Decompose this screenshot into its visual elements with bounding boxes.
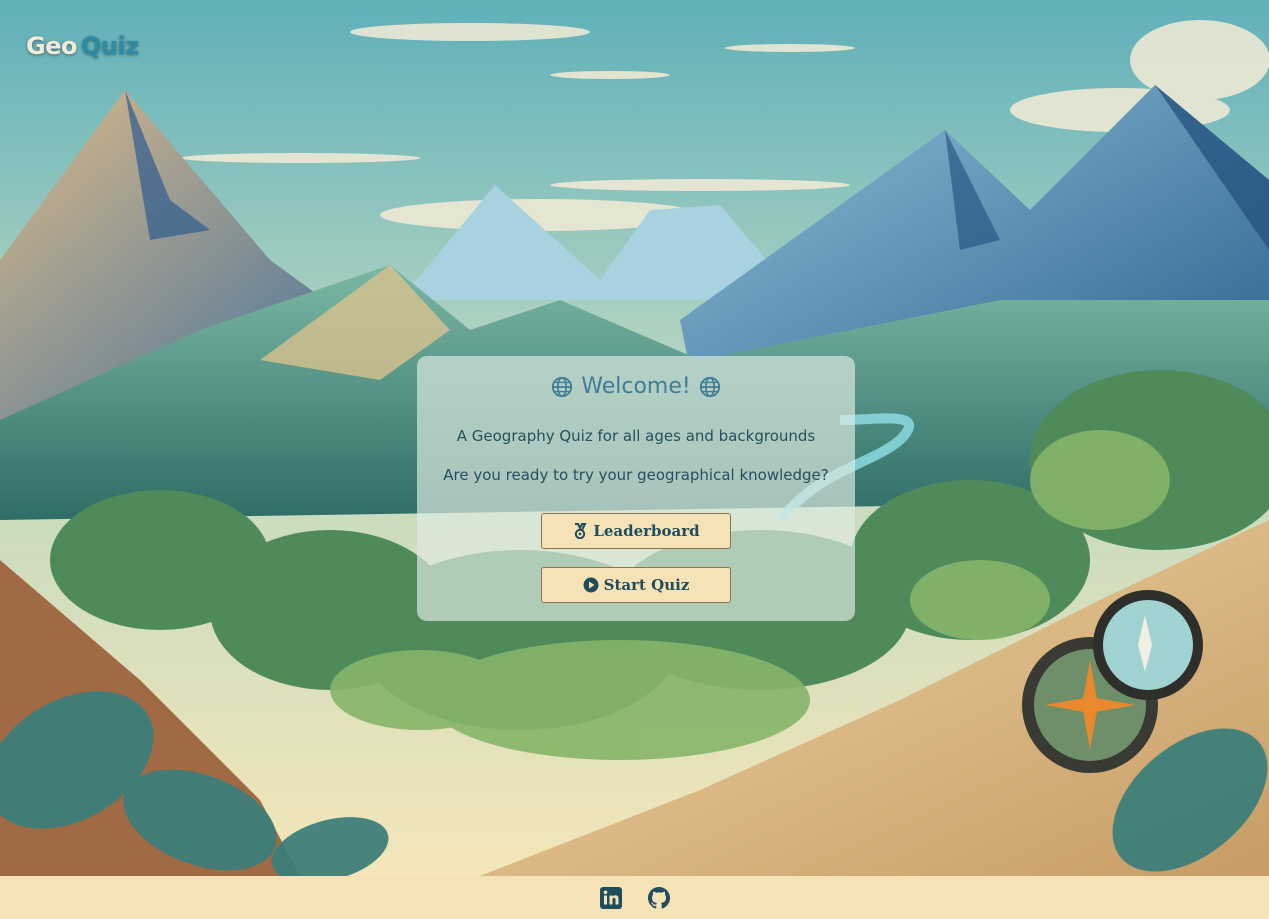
linkedin-icon [599, 886, 622, 909]
logo-text-quiz: Quiz [80, 32, 139, 60]
play-circle-icon [583, 577, 599, 593]
globe-icon [699, 376, 720, 397]
logo-text-geo: Geo [26, 32, 77, 60]
linkedin-link[interactable] [599, 886, 623, 910]
leaderboard-label: Leaderboard [593, 522, 700, 540]
medal-icon [575, 523, 587, 539]
footer [0, 876, 1269, 919]
welcome-heading: Welcome! [417, 374, 855, 399]
globe-icon [552, 376, 573, 397]
welcome-question: Are you ready to try your geographical k… [443, 466, 829, 484]
welcome-subtitle: A Geography Quiz for all ages and backgr… [456, 427, 816, 445]
github-link[interactable] [647, 886, 671, 910]
start-quiz-label: Start Quiz [603, 576, 690, 594]
welcome-title: Welcome! [581, 374, 691, 399]
start-quiz-button[interactable]: Start Quiz [541, 567, 731, 603]
welcome-card: Welcome! A Geography Quiz for all ages a… [417, 356, 855, 621]
github-icon [647, 886, 670, 909]
site-logo[interactable]: Geo Quiz [26, 32, 139, 60]
leaderboard-button[interactable]: Leaderboard [541, 513, 731, 549]
